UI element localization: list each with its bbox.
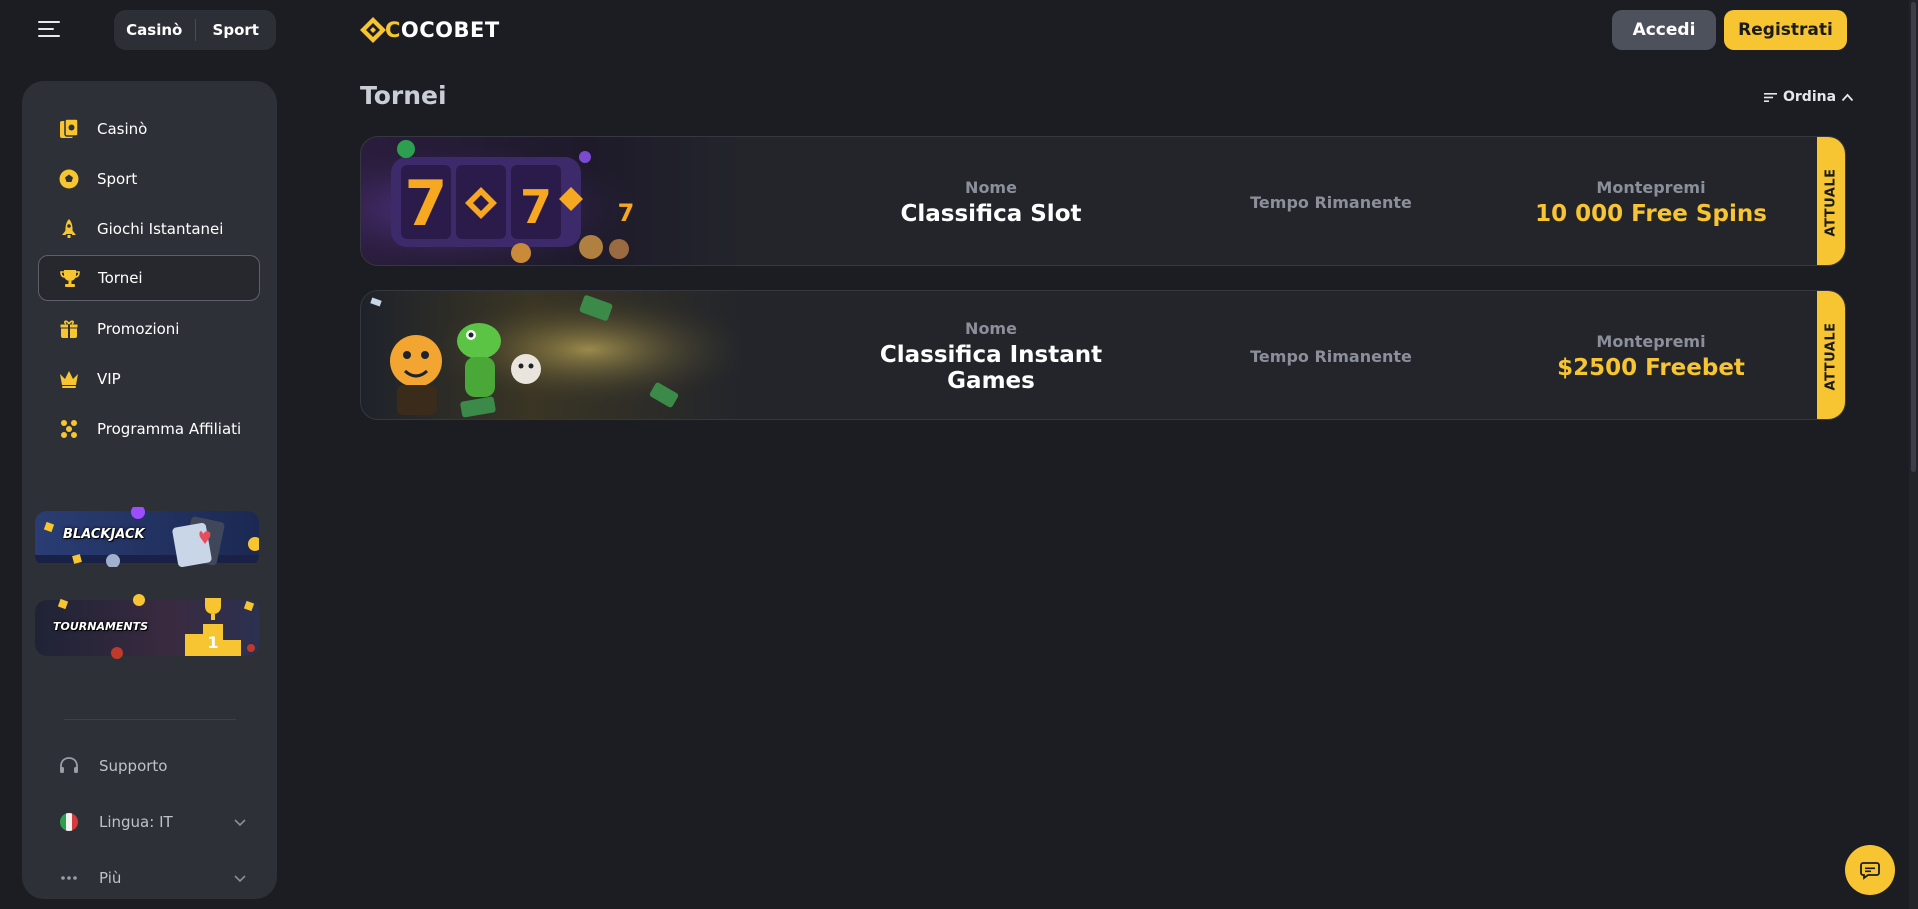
- page-title: Tornei: [360, 81, 447, 110]
- rocket-icon: [58, 218, 80, 240]
- tournament-name-col: Nome Classifica Slot: [891, 137, 1091, 265]
- sidebar-item-label: Giochi Istantanei: [97, 220, 224, 238]
- site-logo[interactable]: COCOBET: [359, 16, 500, 44]
- prize-label: Montepremi: [1596, 177, 1706, 197]
- chevron-down-icon: [234, 819, 246, 827]
- status-badge: ATTUALE: [1817, 137, 1845, 265]
- tournament-name-col: Nome Classifica Instant Games: [841, 291, 1141, 419]
- chevron-down-icon: [234, 875, 246, 883]
- support-label: Supporto: [99, 757, 168, 775]
- more-menu[interactable]: Più: [57, 863, 247, 893]
- sidebar-item-label: Programma Affiliati: [97, 420, 242, 438]
- time-label: Tempo Rimanente: [1250, 192, 1412, 212]
- prize-value: 10 000 Free Spins: [1535, 200, 1767, 227]
- logo-mark-icon: [360, 17, 386, 43]
- chevron-up-icon: [1841, 93, 1854, 101]
- sidebar-item-label: Tornei: [98, 269, 143, 287]
- headset-icon: [57, 754, 81, 778]
- blackjack-banner[interactable]: BLACKJACK: [35, 507, 259, 567]
- status-label: ATTUALE: [1823, 168, 1839, 236]
- status-label: ATTUALE: [1823, 322, 1839, 390]
- sidebar: Casinò Sport Giochi Istantanei Tornei Pr…: [22, 81, 277, 899]
- language-label: Lingua: IT: [99, 813, 173, 831]
- svg-text:7: 7: [520, 180, 552, 234]
- sidebar-item-casino[interactable]: Casinò: [38, 106, 260, 152]
- tournaments-banner-title: TOURNAMENTS: [53, 620, 149, 633]
- sidebar-item-label: Casinò: [97, 120, 148, 138]
- svg-text:7: 7: [404, 167, 447, 240]
- logo-text: COCOBET: [385, 18, 500, 42]
- sort-label: Ordina: [1783, 89, 1837, 105]
- italy-flag-icon: [57, 810, 81, 834]
- tab-sport[interactable]: Sport: [196, 21, 277, 39]
- language-selector[interactable]: Lingua: IT: [57, 807, 247, 837]
- name-label: Nome: [965, 318, 1017, 338]
- sidebar-item-instant-games[interactable]: Giochi Istantanei: [38, 206, 260, 252]
- time-remaining-col: Tempo Rimanente: [1231, 291, 1431, 419]
- sidebar-item-affiliates[interactable]: Programma Affiliati: [38, 406, 260, 452]
- affiliates-icon: [58, 418, 80, 440]
- login-button[interactable]: Accedi: [1612, 10, 1716, 50]
- menu-icon[interactable]: [38, 19, 62, 39]
- prize-pool-col: Montepremi $2500 Freebet: [1521, 291, 1781, 419]
- support-link[interactable]: Supporto: [57, 751, 247, 781]
- chat-button[interactable]: [1845, 845, 1895, 895]
- sidebar-item-label: Promozioni: [97, 320, 180, 338]
- page-scrollbar[interactable]: [1909, 0, 1918, 909]
- name-label: Nome: [965, 177, 1017, 197]
- tournament-card[interactable]: 7 7 7 Nome Classifica Slot Tempo Rimanen…: [360, 136, 1846, 266]
- svg-text:1: 1: [207, 633, 218, 652]
- more-label: Più: [99, 869, 122, 887]
- instant-games-tournament-image: [361, 291, 741, 419]
- gift-icon: [58, 318, 80, 340]
- slot-tournament-image: 7 7 7: [361, 137, 741, 265]
- status-badge: ATTUALE: [1817, 291, 1845, 419]
- register-button[interactable]: Registrati: [1724, 10, 1847, 50]
- sidebar-item-label: Sport: [97, 170, 138, 188]
- prize-value: $2500 Freebet: [1557, 354, 1745, 381]
- tournaments-banner[interactable]: 1 TOURNAMENTS: [35, 592, 259, 660]
- chat-bubble-icon: [1860, 862, 1880, 880]
- svg-text:7: 7: [618, 199, 635, 227]
- tournament-name: Classifica Slot: [900, 200, 1082, 227]
- crown-icon: [58, 368, 80, 390]
- tournament-name: Classifica Instant Games: [879, 341, 1103, 394]
- sidebar-item-label: VIP: [97, 370, 121, 388]
- sidebar-item-promotions[interactable]: Promozioni: [38, 306, 260, 352]
- prize-label: Montepremi: [1596, 331, 1706, 351]
- trophy-icon: [59, 267, 81, 289]
- top-header: Casinò Sport COCOBET Accedi Registrati: [0, 0, 1918, 60]
- time-label: Tempo Rimanente: [1250, 346, 1412, 366]
- blackjack-banner-title: BLACKJACK: [63, 527, 145, 542]
- tournament-card[interactable]: Nome Classifica Instant Games Tempo Rima…: [360, 290, 1846, 420]
- sort-button[interactable]: Ordina: [1764, 87, 1854, 107]
- sidebar-item-sport[interactable]: Sport: [38, 156, 260, 202]
- sort-lines-icon: [1764, 92, 1777, 102]
- tab-casino[interactable]: Casinò: [114, 21, 195, 39]
- soccer-ball-icon: [58, 168, 80, 190]
- sidebar-separator: [64, 719, 236, 720]
- time-remaining-col: Tempo Rimanente: [1231, 137, 1431, 265]
- sidebar-item-vip[interactable]: VIP: [38, 356, 260, 402]
- prize-pool-col: Montepremi 10 000 Free Spins: [1521, 137, 1781, 265]
- sidebar-item-tournaments[interactable]: Tornei: [38, 255, 260, 301]
- more-dots-icon: [57, 866, 81, 890]
- scrollbar-thumb[interactable]: [1911, 2, 1916, 472]
- mode-switch: Casinò Sport: [114, 10, 276, 50]
- casino-cards-icon: [58, 118, 80, 140]
